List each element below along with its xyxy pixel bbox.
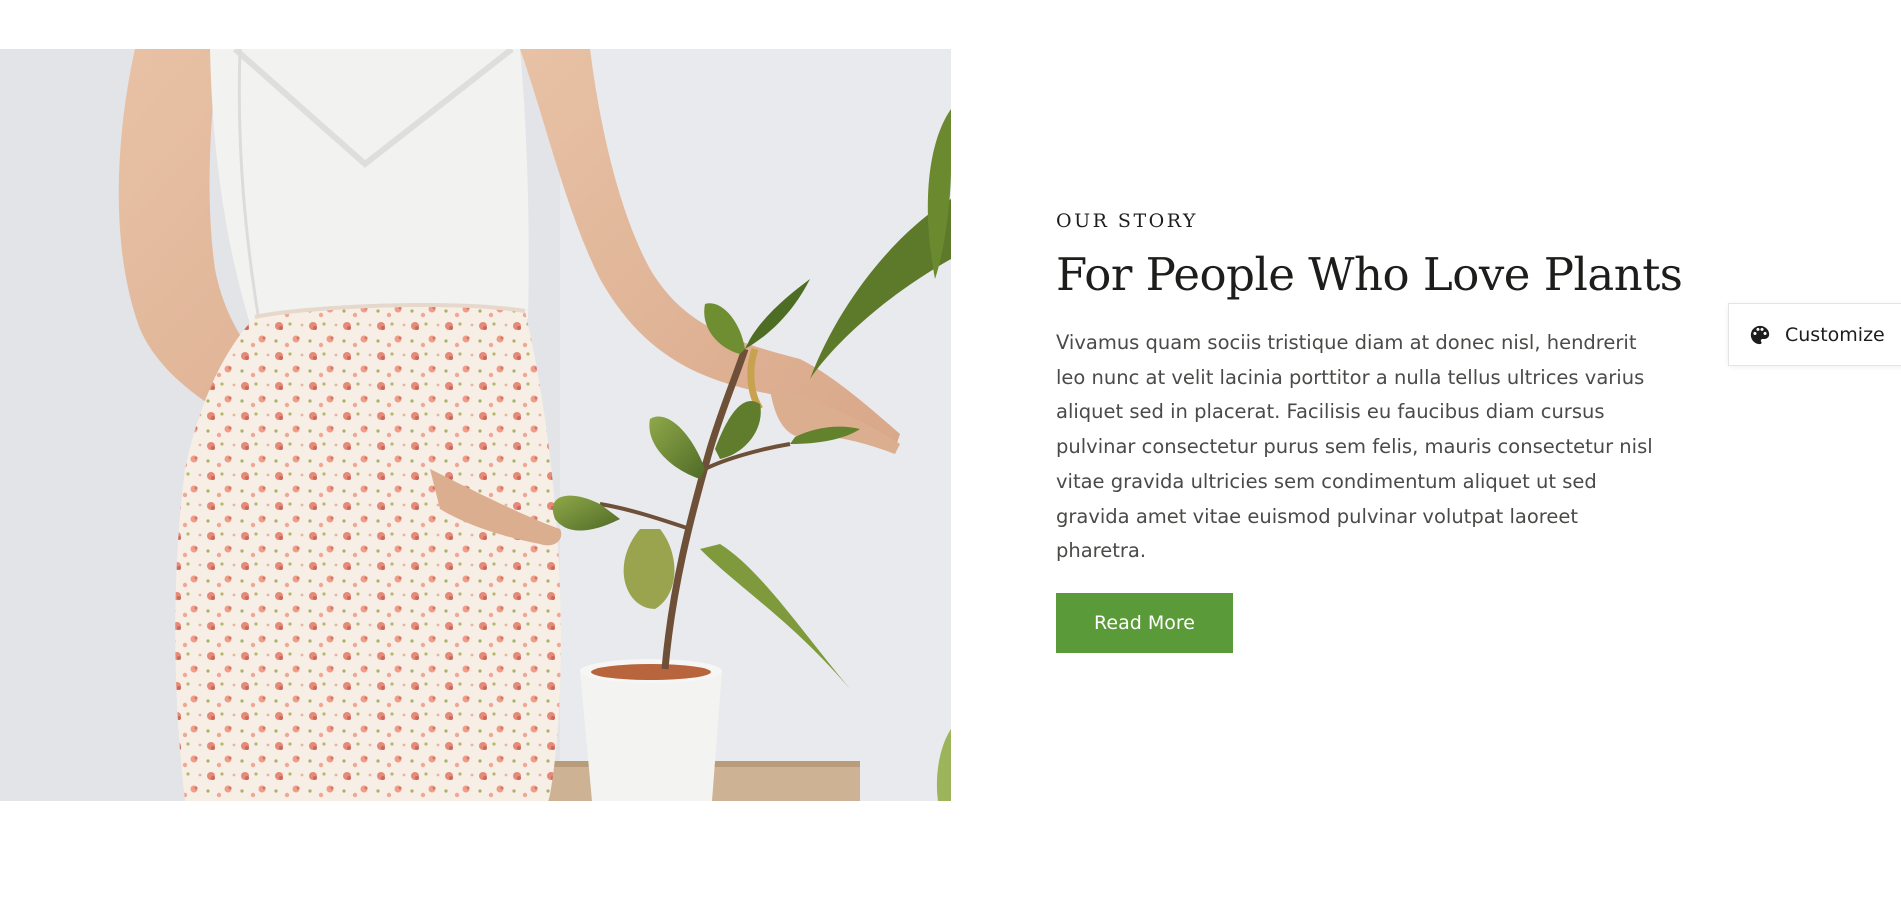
- our-story-section: OUR STORY For People Who Love Plants Viv…: [1056, 208, 1683, 653]
- palette-icon: [1749, 324, 1771, 346]
- section-description: Vivamus quam sociis tristique diam at do…: [1056, 331, 1653, 563]
- customize-label: Customize: [1785, 323, 1885, 346]
- customize-button[interactable]: Customize: [1728, 303, 1901, 366]
- section-title: For People Who Love Plants: [1056, 248, 1683, 301]
- page: OUR STORY For People Who Love Plants Viv…: [0, 0, 1901, 912]
- woman-with-plant-photo: [0, 49, 951, 801]
- read-more-button[interactable]: Read More: [1056, 592, 1233, 653]
- section-eyebrow: OUR STORY: [1056, 210, 1198, 232]
